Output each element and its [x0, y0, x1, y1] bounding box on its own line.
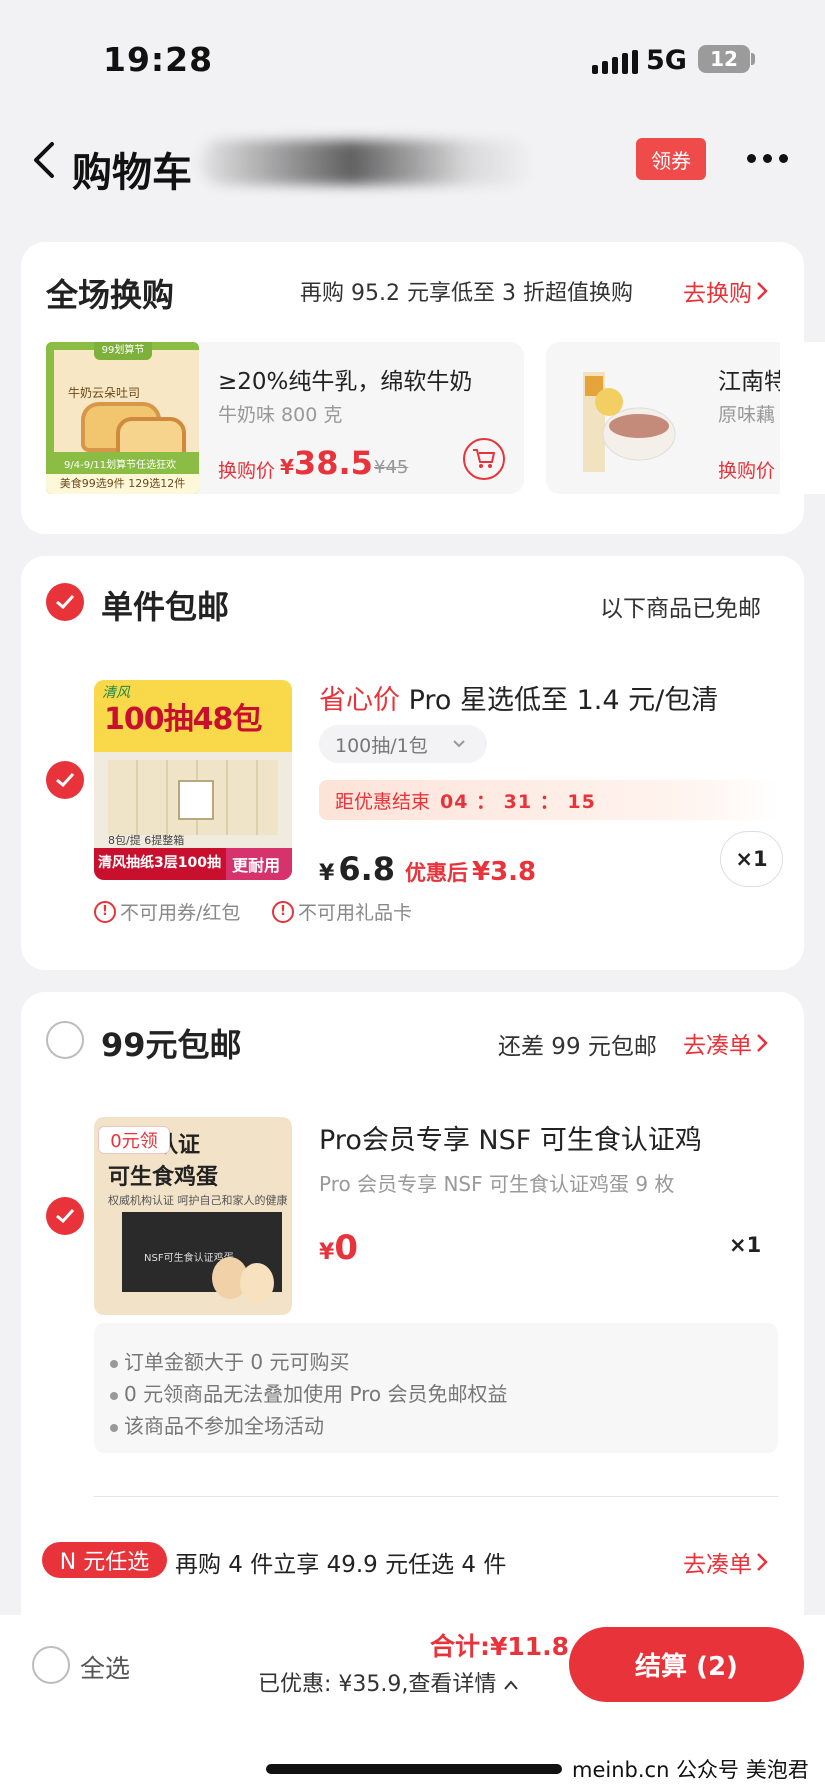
- swap-product-name[interactable]: ≥20%纯牛乳，绵软牛奶: [218, 362, 472, 396]
- group-title: 单件包邮: [101, 588, 230, 626]
- image-small-text: 8包/提 6提整箱: [108, 834, 185, 847]
- n-yuan-tag: N 元任选: [42, 1542, 167, 1578]
- swap-desc: 再购 95.2 元享低至 3 折超值换购: [300, 281, 633, 306]
- image-bottom-text: 清风抽纸3层100抽: [98, 855, 221, 871]
- chevron-up-icon: [504, 1680, 519, 1690]
- swap-original-price: ¥45: [374, 457, 409, 478]
- swap-product-2-spec: 原味藕: [718, 404, 776, 426]
- chevron-right-icon: [757, 282, 768, 300]
- free99-go-link[interactable]: 去凑单: [683, 1026, 768, 1060]
- battery-level: 12: [710, 47, 738, 71]
- free99-title: 99元包邮: [101, 1026, 242, 1064]
- n-yuan-go-link[interactable]: 去凑单: [683, 1545, 768, 1579]
- currency-symbol: ¥: [319, 861, 335, 886]
- image-tag: 99划算节: [94, 342, 152, 360]
- swap-title: 全场换购: [46, 276, 175, 314]
- warning-giftcard: ! 不可用礼品卡: [272, 898, 412, 925]
- countdown-label: 距优惠结束: [335, 790, 431, 813]
- warning-icon: !: [272, 900, 294, 923]
- battery-icon: 12: [698, 45, 750, 73]
- image-line-2: 可生食鸡蛋: [108, 1165, 219, 1190]
- quantity-button[interactable]: ×1: [720, 831, 783, 887]
- n-yuan-go-label: 去凑单: [683, 1552, 752, 1578]
- egg-quantity[interactable]: ×1: [729, 1233, 761, 1257]
- egg-price-value: 0: [334, 1228, 358, 1268]
- n-yuan-desc: 再购 4 件立享 49.9 元任选 4 件: [175, 1552, 507, 1578]
- after-discount-label: 优惠后: [405, 861, 468, 885]
- tissue-price: ¥ 6.8 优惠后 ¥3.8: [319, 850, 536, 888]
- title-rest: Pro 星选低至 1.4 元/包清: [400, 685, 719, 716]
- warning-coupon-text: 不可用券/红包: [120, 902, 241, 924]
- add-to-cart-icon[interactable]: [463, 438, 505, 480]
- home-indicator[interactable]: [266, 1764, 562, 1774]
- swap-product-spec: 牛奶味 800 克: [218, 404, 343, 426]
- card-edge-mask: [780, 342, 825, 494]
- note-item: 0 元领商品无法叠加使用 Pro 会员免邮权益: [110, 1378, 508, 1407]
- free-tag: 0元领: [98, 1126, 170, 1154]
- page-title: 购物车: [72, 150, 192, 196]
- tissue-title[interactable]: 省心价 Pro 星选低至 1.4 元/包清: [319, 678, 718, 717]
- title-highlight: 省心价: [319, 685, 400, 716]
- blurred-address: [200, 140, 535, 185]
- lotus-soup-image: [583, 372, 676, 472]
- egg-price: ¥0: [319, 1228, 358, 1268]
- egg-subtitle: Pro 会员专享 NSF 可生食认证鸡蛋 9 枚: [319, 1172, 675, 1196]
- image-headline: 100抽48包: [104, 702, 262, 737]
- swap-price-label: 换购价: [218, 460, 276, 482]
- status-time: 19:28: [103, 40, 214, 79]
- swap-price-value: 38.5: [293, 444, 373, 482]
- network-label: 5G: [646, 45, 687, 76]
- saved-details[interactable]: 已优惠: ¥35.9,查看详情: [258, 1666, 519, 1698]
- item-checkbox[interactable]: [46, 761, 84, 799]
- after-discount-price: ¥3.8: [472, 857, 537, 887]
- image-bottom-text: 美食99选9件 129选12件: [46, 474, 199, 494]
- chevron-right-icon: [757, 1034, 768, 1052]
- total-amount: 合计:¥11.8: [430, 1632, 570, 1661]
- egg-title[interactable]: Pro会员专享 NSF 可生食认证鸡: [319, 1118, 702, 1157]
- image-badge: 更耐用: [232, 856, 281, 875]
- spec-dropdown[interactable]: 100抽/1包: [319, 725, 487, 763]
- signal-icon: [592, 50, 638, 74]
- warning-giftcard-text: 不可用礼品卡: [298, 902, 413, 924]
- price-value: 6.8: [338, 850, 395, 888]
- select-all-checkbox[interactable]: [32, 1646, 70, 1684]
- battery-nub: [751, 53, 755, 65]
- tissue-product-image[interactable]: 清风 100抽48包 8包/提 6提整箱 清风抽纸3层100抽 更耐用: [94, 680, 292, 880]
- swap-go-link[interactable]: 去换购: [683, 274, 768, 308]
- warning-coupon: ! 不可用券/红包: [94, 898, 240, 925]
- free99-go-label: 去凑单: [683, 1033, 752, 1059]
- back-arrow-icon[interactable]: [30, 140, 60, 180]
- image-band-text: 9/4-9/11划算节任选狂欢: [64, 460, 177, 471]
- image-line-3: 权威机构认证 呵护自己和家人的健康: [108, 1194, 288, 1207]
- group-checkbox-empty[interactable]: [46, 1021, 84, 1059]
- saved-text: 已优惠: ¥35.9,查看详情: [258, 1672, 497, 1697]
- promo-countdown: 距优惠结束 04 ： 31 ： 15: [319, 780, 779, 820]
- group-free-shipping: 以下商品已免邮: [600, 596, 761, 622]
- swap-go-label: 去换购: [683, 281, 752, 307]
- note-item: 订单金额大于 0 元可购买: [110, 1346, 349, 1375]
- currency-symbol: ¥: [280, 455, 294, 479]
- watermark: meinb.cn 公众号 美泡君: [572, 1758, 809, 1782]
- spec-value: 100抽/1包: [335, 734, 428, 757]
- chevron-right-icon: [757, 1553, 768, 1571]
- image-name: 牛奶云朵吐司: [68, 386, 141, 400]
- swap-product-2-price-label: 换购价: [718, 460, 776, 482]
- select-all-label[interactable]: 全选: [80, 1649, 130, 1685]
- coupon-button[interactable]: 领券: [636, 138, 706, 180]
- checkout-button[interactable]: 结算 (2): [569, 1627, 804, 1702]
- group-checkbox[interactable]: [46, 583, 84, 621]
- countdown-timer: 04 ： 31 ： 15: [440, 790, 596, 813]
- item-checkbox[interactable]: [46, 1197, 84, 1235]
- divider: [94, 1496, 778, 1497]
- currency-symbol: ¥: [319, 1240, 335, 1265]
- chevron-down-icon: [453, 740, 465, 748]
- swap-product-2-name[interactable]: 江南特: [718, 362, 787, 396]
- swap-price: ¥38.5: [280, 444, 373, 482]
- more-icon[interactable]: [747, 154, 788, 163]
- warning-icon: !: [94, 900, 116, 923]
- note-item: 该商品不参加全场活动: [110, 1410, 324, 1439]
- toast-product-image[interactable]: 99划算节 牛奶云朵吐司 9/4-9/11划算节任选狂欢 美食99选9件 129…: [46, 342, 199, 494]
- free99-remaining: 还差 99 元包邮: [498, 1034, 657, 1060]
